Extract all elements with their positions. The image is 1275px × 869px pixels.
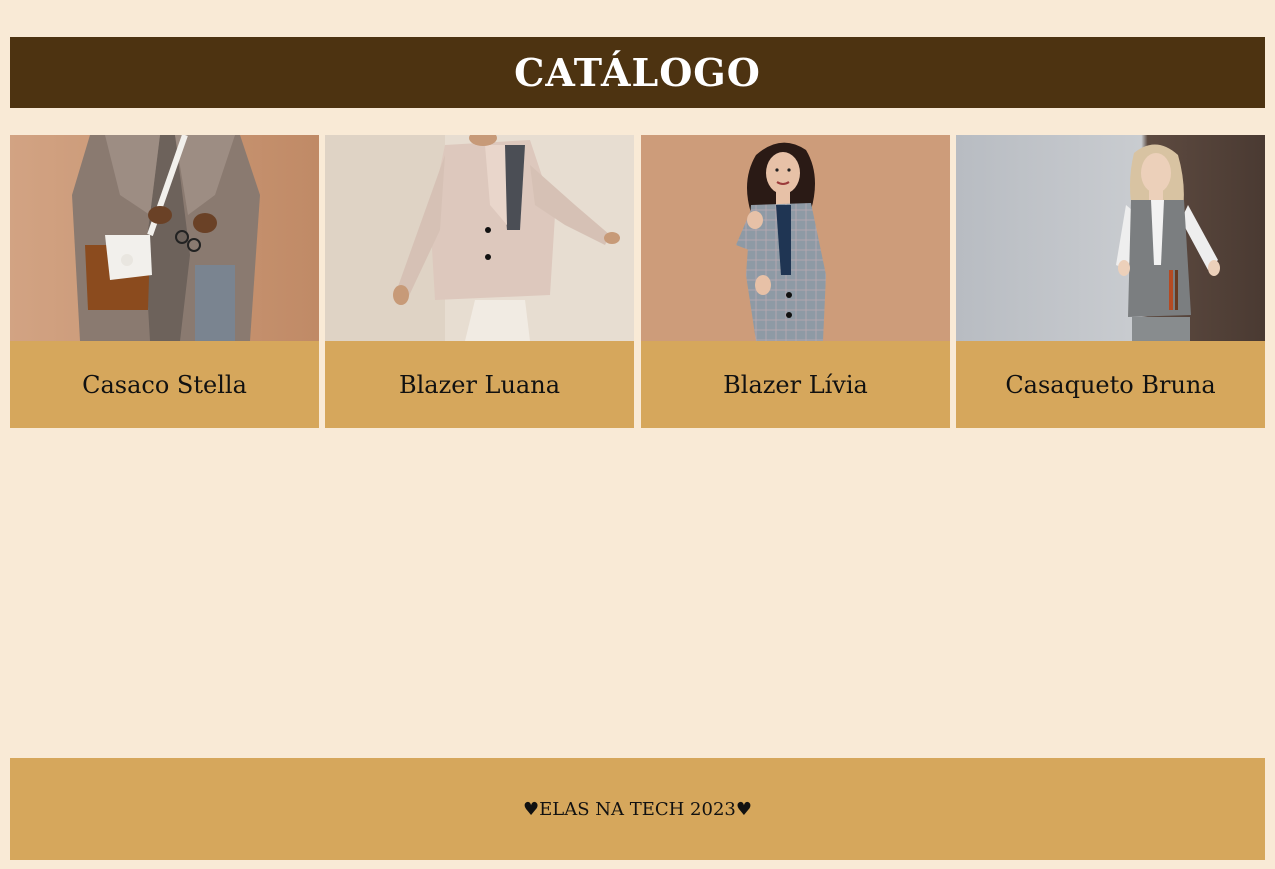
vest-model-photo[interactable] bbox=[956, 135, 1265, 341]
plaid-blazer-model-photo[interactable] bbox=[641, 135, 950, 341]
footer-text: ♥ELAS NA TECH 2023♥ bbox=[522, 798, 753, 820]
product-grid: Casaco Stella Blazer Luana Blazer Lívia … bbox=[10, 135, 1265, 428]
coat-model-photo[interactable] bbox=[10, 135, 319, 341]
blazer-model-photo[interactable] bbox=[325, 135, 634, 341]
product-card-blazer-livia[interactable]: Blazer Lívia bbox=[641, 135, 950, 428]
product-name[interactable]: Blazer Lívia bbox=[641, 341, 950, 428]
product-name[interactable]: Casaco Stella bbox=[10, 341, 319, 428]
catalog-header: CATÁLOGO bbox=[10, 37, 1265, 108]
product-card-casaqueto-bruna[interactable]: Casaqueto Bruna bbox=[956, 135, 1265, 428]
product-card-blazer-luana[interactable]: Blazer Luana bbox=[325, 135, 634, 428]
product-card-casaco-stella[interactable]: Casaco Stella bbox=[10, 135, 319, 428]
product-name[interactable]: Blazer Luana bbox=[325, 341, 634, 428]
page-footer: ♥ELAS NA TECH 2023♥ bbox=[10, 758, 1265, 860]
product-name[interactable]: Casaqueto Bruna bbox=[956, 341, 1265, 428]
page-title: CATÁLOGO bbox=[514, 50, 761, 95]
